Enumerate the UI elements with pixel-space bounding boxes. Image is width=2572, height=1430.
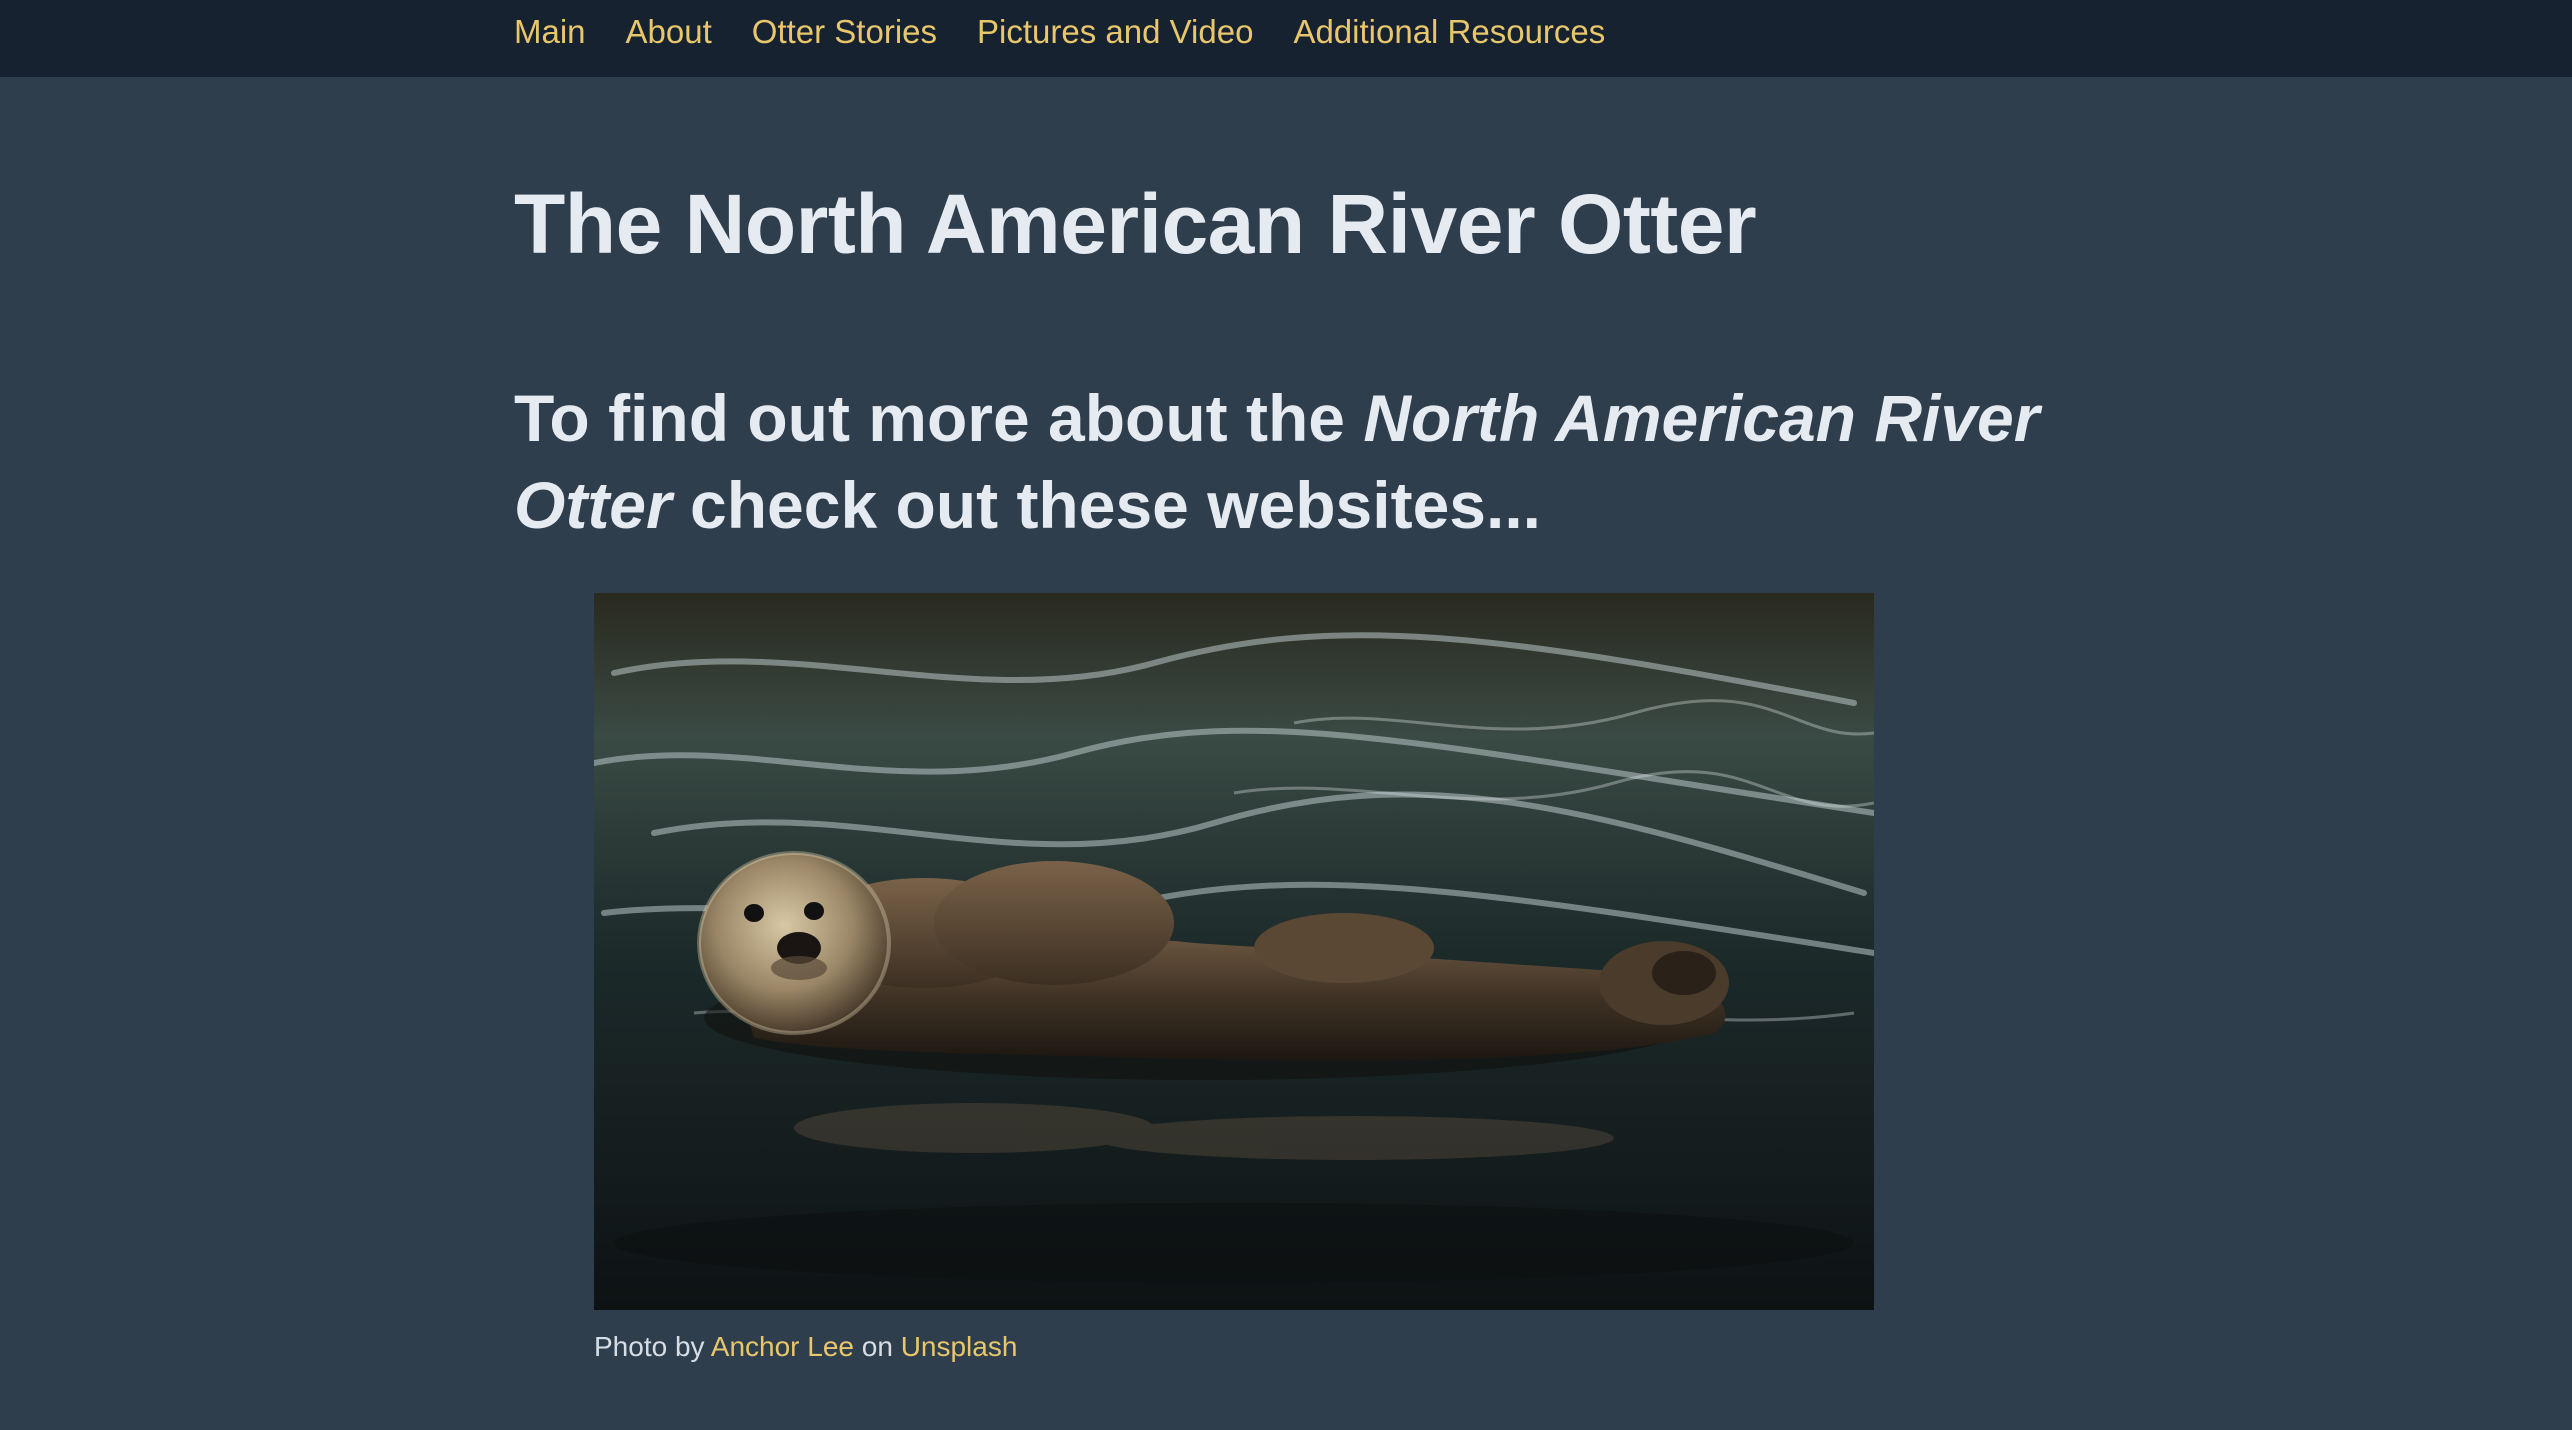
- top-navigation: Main About Otter Stories Pictures and Vi…: [0, 0, 2572, 77]
- nav-link-main[interactable]: Main: [514, 13, 586, 50]
- subheading-prefix: To find out more about the: [514, 381, 1364, 455]
- nav-link-otter-stories[interactable]: Otter Stories: [752, 13, 937, 50]
- photographer-link[interactable]: Anchor Lee: [711, 1331, 854, 1362]
- nav-link-about[interactable]: About: [626, 13, 712, 50]
- nav-item-additional-resources: Additional Resources: [1293, 13, 1605, 51]
- nav-item-about: About: [626, 13, 712, 51]
- photo-caption: Photo by Anchor Lee on Unsplash: [594, 1331, 1874, 1363]
- otter-photo: [594, 593, 1874, 1310]
- caption-middle: on: [853, 1331, 901, 1362]
- nav-item-main: Main: [514, 13, 586, 51]
- nav-item-otter-stories: Otter Stories: [752, 13, 937, 51]
- nav-link-additional-resources[interactable]: Additional Resources: [1293, 13, 1605, 50]
- resources-subheading: To find out more about the North America…: [514, 375, 2074, 549]
- nav-list: Main About Otter Stories Pictures and Vi…: [514, 0, 1645, 64]
- nav-item-pictures-and-video: Pictures and Video: [977, 13, 1253, 51]
- subheading-suffix: check out these websites...: [671, 468, 1541, 542]
- nav-link-pictures-and-video[interactable]: Pictures and Video: [977, 13, 1253, 50]
- page-title: The North American River Otter: [514, 177, 1757, 271]
- caption-prefix: Photo by: [594, 1331, 711, 1362]
- unsplash-link[interactable]: Unsplash: [901, 1331, 1018, 1362]
- otter-photo-figure: Photo by Anchor Lee on Unsplash: [594, 593, 1874, 1363]
